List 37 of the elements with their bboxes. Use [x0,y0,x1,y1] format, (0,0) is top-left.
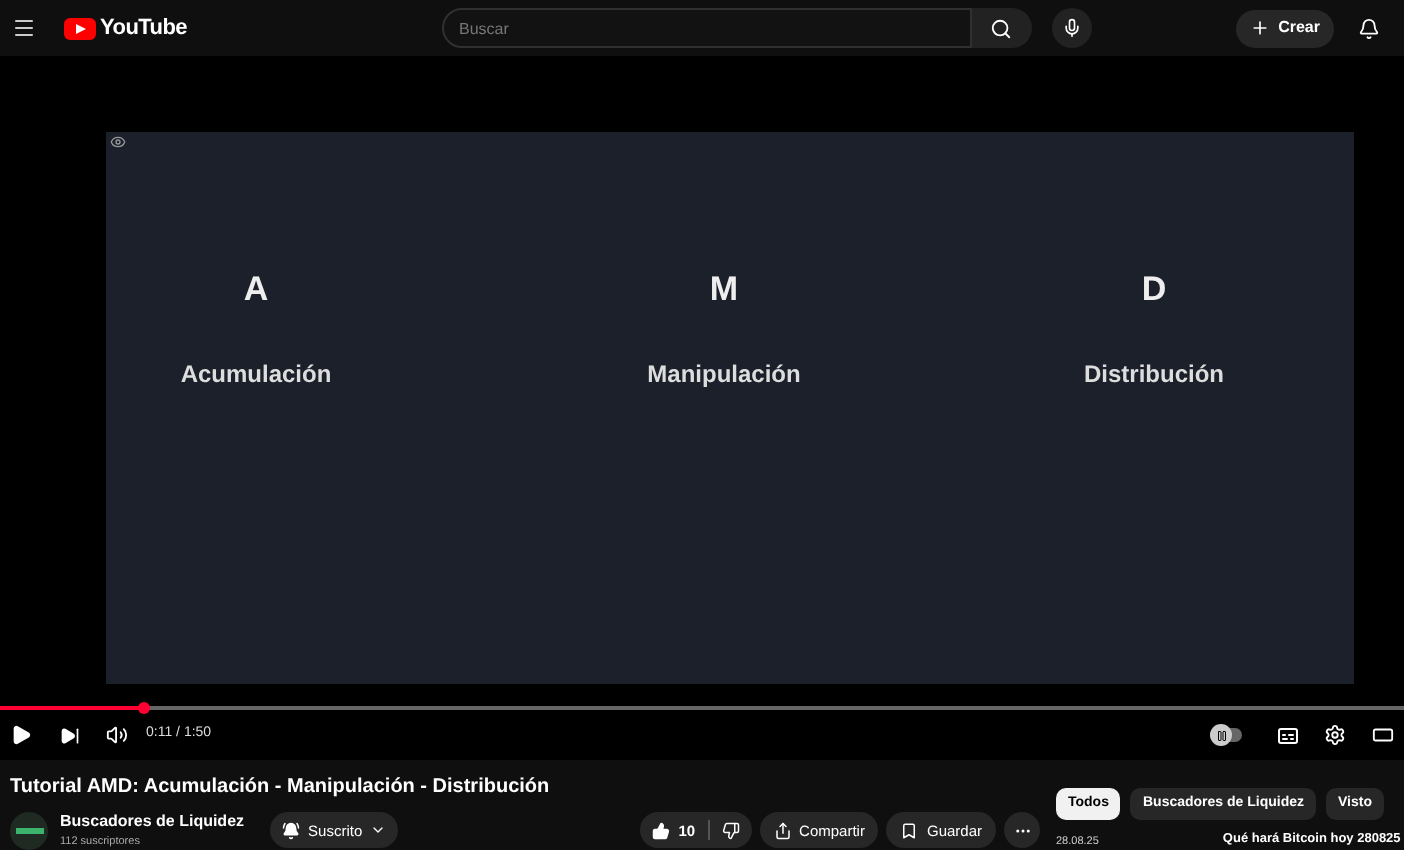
search-icon [990,17,1012,39]
play-logo-icon [64,17,96,39]
more-button[interactable] [1004,812,1040,849]
autoplay-toggle[interactable] [1210,728,1242,742]
thumbs-up-icon [652,821,671,840]
create-button[interactable]: Crear [1236,9,1334,47]
search-field[interactable]: Buscar [441,8,971,48]
play-icon[interactable] [10,724,32,746]
bell-icon [282,821,301,840]
menu-icon[interactable] [12,16,36,40]
video-title: Tutorial AMD: Acumulación - Manipulación - Distribución [10,774,552,802]
bookmark-icon [900,821,919,840]
theater-mode-icon[interactable] [1372,724,1394,746]
mic-icon [1061,18,1081,38]
channel-avatar[interactable] [10,811,48,850]
slide-label: Acumulación [180,357,332,391]
captions-icon[interactable] [1276,723,1300,747]
slide-letter: A [243,268,269,312]
share-icon [773,821,792,840]
mic-button[interactable] [1051,8,1091,48]
pause-icon [1215,729,1227,741]
slide-label: Distribución [1083,357,1224,391]
logo-text: YouTube [100,13,187,44]
notifications-icon[interactable] [1358,17,1380,39]
search-button[interactable] [971,8,1031,48]
slide-letter: D [1141,268,1167,312]
next-icon[interactable] [60,725,80,745]
logo[interactable]: YouTube [64,11,187,45]
volume-icon[interactable] [106,724,128,746]
eye-icon [110,134,126,150]
plus-icon [1250,18,1271,38]
slide-label: Manipulación [647,357,801,391]
slide-letter: M [709,268,739,312]
channel-name[interactable]: Buscadores de Liquidez [60,810,245,834]
settings-icon[interactable] [1324,724,1346,746]
dislike-icon[interactable] [721,821,740,840]
video-player[interactable]: A Acumulación M Manipulación D Distribución [0,56,1404,700]
